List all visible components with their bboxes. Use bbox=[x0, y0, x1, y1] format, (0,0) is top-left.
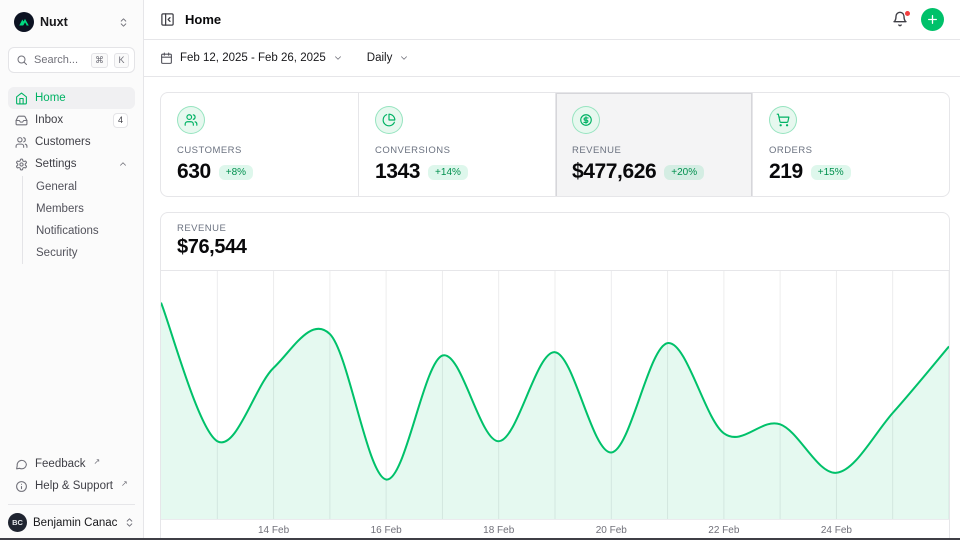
stat-revenue[interactable]: REVENUE $477,626 +20% bbox=[555, 93, 752, 197]
date-range-label: Feb 12, 2025 - Feb 26, 2025 bbox=[180, 52, 326, 64]
dashboard-app: Nuxt Search... ⌘ K Home bbox=[0, 0, 960, 540]
stat-delta-badge: +15% bbox=[811, 165, 851, 180]
stat-value: 219 bbox=[769, 160, 803, 184]
sidebar-item-general[interactable]: General bbox=[32, 176, 135, 198]
message-circle-icon bbox=[15, 458, 28, 471]
settings-subnav: General Members Notifications Security bbox=[22, 176, 135, 264]
search-icon bbox=[16, 54, 28, 66]
search-placeholder: Search... bbox=[34, 54, 85, 66]
stat-value: 1343 bbox=[375, 160, 420, 184]
workspace-switcher[interactable]: Nuxt bbox=[8, 10, 135, 34]
avatar: BC bbox=[8, 513, 27, 532]
chart-metric-value: $76,544 bbox=[177, 236, 933, 259]
chart-metric-label: REVENUE bbox=[177, 223, 933, 234]
sidebar-item-feedback[interactable]: Feedback ↗ bbox=[8, 453, 135, 475]
revenue-chart-card: REVENUE $76,544 14 Feb 16 Feb 18 Feb 20 Feb… bbox=[160, 212, 950, 540]
users-icon bbox=[177, 106, 205, 134]
inbox-icon bbox=[15, 114, 28, 127]
workspace-name: Nuxt bbox=[40, 15, 112, 29]
users-icon bbox=[15, 136, 28, 149]
stat-customers[interactable]: CUSTOMERS 630 +8% bbox=[161, 93, 358, 197]
header-actions bbox=[892, 8, 944, 31]
pie-chart-icon bbox=[375, 106, 403, 134]
stat-delta-badge: +8% bbox=[219, 165, 253, 180]
sidebar-item-home[interactable]: Home bbox=[8, 87, 135, 109]
notification-dot bbox=[904, 10, 911, 17]
x-axis-label: 20 Feb bbox=[596, 525, 627, 536]
external-link-icon: ↗ bbox=[94, 457, 101, 466]
sidebar-item-notifications[interactable]: Notifications bbox=[32, 220, 135, 242]
granularity-select[interactable]: Daily bbox=[367, 52, 410, 64]
page-header: Home bbox=[144, 0, 960, 40]
page-content: CUSTOMERS 630 +8% CONVERSIONS 1343 +14% bbox=[144, 77, 960, 540]
chevron-down-icon bbox=[333, 53, 343, 63]
user-menu-button[interactable]: BC Benjamin Canac bbox=[8, 504, 135, 532]
chevrons-up-down-icon bbox=[124, 517, 135, 528]
x-axis-label: 14 Feb bbox=[258, 525, 289, 536]
sidebar-item-settings[interactable]: Settings bbox=[8, 153, 135, 175]
stat-label: REVENUE bbox=[572, 145, 736, 156]
stat-label: CONVERSIONS bbox=[375, 145, 539, 156]
user-name: Benjamin Canac bbox=[33, 517, 118, 529]
info-circle-icon bbox=[15, 480, 28, 493]
stat-label: CUSTOMERS bbox=[177, 145, 342, 156]
x-axis-label: 18 Feb bbox=[483, 525, 514, 536]
notifications-button[interactable] bbox=[892, 11, 909, 28]
nuxt-logo-icon bbox=[14, 12, 34, 32]
sidebar-item-inbox[interactable]: Inbox 4 bbox=[8, 109, 135, 131]
page-title: Home bbox=[185, 12, 882, 27]
granularity-label: Daily bbox=[367, 52, 393, 64]
date-range-button[interactable]: Feb 12, 2025 - Feb 26, 2025 bbox=[160, 52, 343, 65]
chart-header: REVENUE $76,544 bbox=[161, 213, 949, 271]
stat-value: 630 bbox=[177, 160, 211, 184]
external-link-icon: ↗ bbox=[121, 479, 128, 488]
calendar-icon bbox=[160, 52, 173, 65]
sidebar: Nuxt Search... ⌘ K Home bbox=[0, 0, 144, 540]
sidebar-item-members[interactable]: Members bbox=[32, 198, 135, 220]
chevron-up-icon bbox=[118, 159, 128, 169]
home-icon bbox=[15, 92, 28, 105]
x-axis-label: 22 Feb bbox=[708, 525, 739, 536]
sidebar-item-help-support[interactable]: Help & Support ↗ bbox=[8, 475, 135, 497]
revenue-area-chart[interactable] bbox=[161, 271, 949, 519]
x-axis-label: 24 Feb bbox=[821, 525, 852, 536]
gear-icon bbox=[15, 158, 28, 171]
stats-row: CUSTOMERS 630 +8% CONVERSIONS 1343 +14% bbox=[160, 92, 950, 197]
sidebar-footer-nav: Feedback ↗ Help & Support ↗ bbox=[8, 453, 135, 497]
area-chart-svg bbox=[161, 271, 949, 519]
kbd-cmd: ⌘ bbox=[91, 53, 108, 68]
stat-conversions[interactable]: CONVERSIONS 1343 +14% bbox=[358, 93, 555, 197]
x-axis-label: 16 Feb bbox=[371, 525, 402, 536]
plus-icon bbox=[926, 13, 939, 26]
dollar-circle-icon bbox=[572, 106, 600, 134]
collapse-sidebar-icon[interactable] bbox=[160, 12, 175, 27]
sidebar-item-customers[interactable]: Customers bbox=[8, 131, 135, 153]
sidebar-item-security[interactable]: Security bbox=[32, 242, 135, 264]
kbd-k: K bbox=[114, 53, 129, 68]
chevron-down-icon bbox=[399, 53, 409, 63]
stat-value: $477,626 bbox=[572, 160, 656, 184]
stat-orders[interactable]: ORDERS 219 +15% bbox=[752, 93, 949, 197]
stat-delta-badge: +20% bbox=[664, 165, 704, 180]
inbox-count-badge: 4 bbox=[113, 113, 128, 128]
x-axis: 14 Feb 16 Feb 18 Feb 20 Feb 22 Feb 24 Feb bbox=[161, 519, 949, 540]
stat-label: ORDERS bbox=[769, 145, 933, 156]
add-button[interactable] bbox=[921, 8, 944, 31]
search-input[interactable]: Search... ⌘ K bbox=[8, 47, 135, 73]
sidebar-nav: Home Inbox 4 Customers Settings bbox=[8, 87, 135, 264]
sidebar-spacer bbox=[8, 264, 135, 439]
stat-delta-badge: +14% bbox=[428, 165, 468, 180]
chevrons-up-down-icon bbox=[118, 17, 129, 28]
shopping-cart-icon bbox=[769, 106, 797, 134]
main-panel: Home Feb 12, 2025 - Feb 26, 2025 bbox=[144, 0, 960, 540]
filters-toolbar: Feb 12, 2025 - Feb 26, 2025 Daily bbox=[144, 40, 960, 77]
